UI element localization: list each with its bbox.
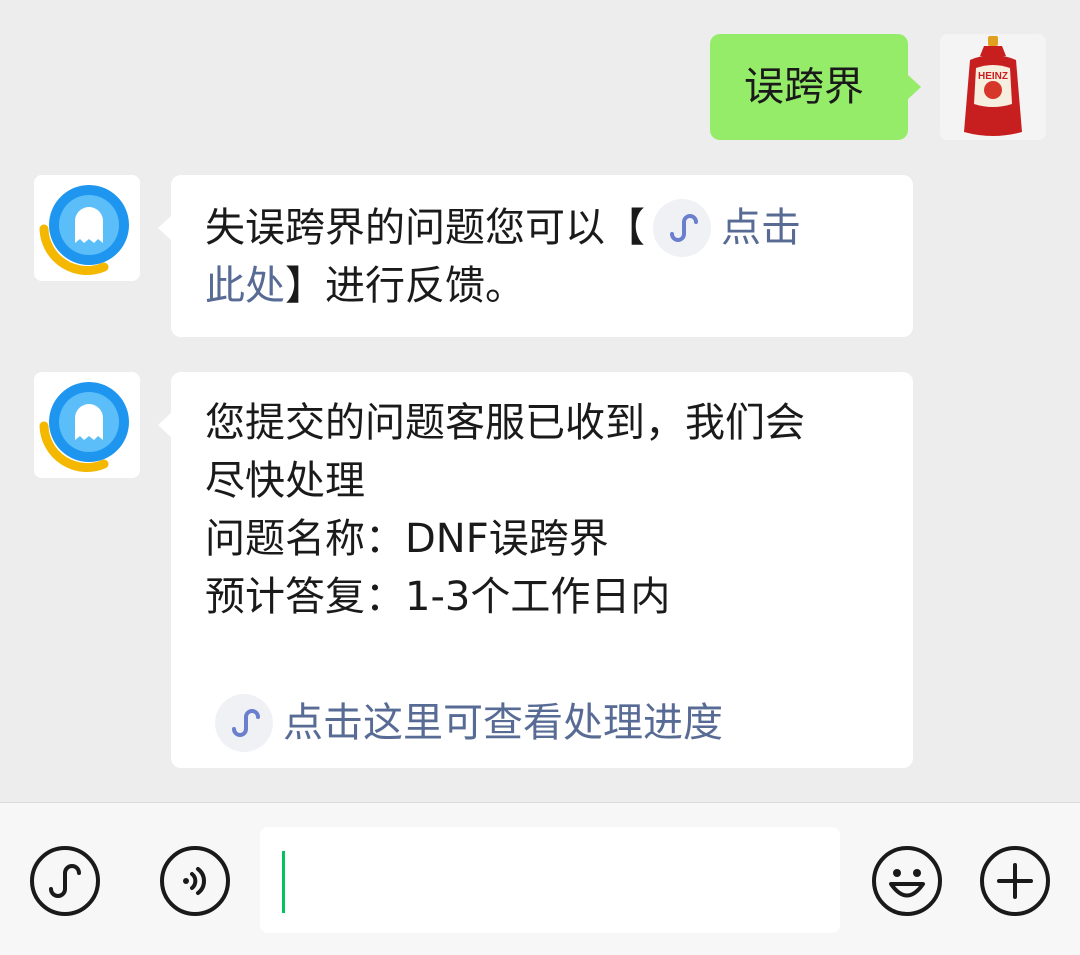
- reply-message-bubble-1: 失误跨界的问题您可以【 点击 此处】进行反馈。: [158, 175, 913, 337]
- progress-link-row[interactable]: 点击这里可查看处理进度: [205, 694, 893, 752]
- reply2-issue-name: 问题名称：DNF误跨界: [205, 516, 609, 562]
- reply2-expected-reply: 预计答复：1-3个工作日内: [205, 574, 671, 620]
- reply2-line1: 您提交的问题客服已收到，我们会: [205, 400, 805, 446]
- voice-button[interactable]: [159, 845, 231, 917]
- mini-program-icon: [215, 694, 273, 752]
- sent-message-bubble[interactable]: 误跨界: [710, 34, 921, 140]
- support-avatar-1[interactable]: [34, 175, 140, 281]
- reply1-line1: 失误跨界的问题您可以【 点击: [205, 199, 893, 257]
- heinz-label-text: HEINZ: [978, 71, 1008, 82]
- support-avatar-2[interactable]: [34, 372, 140, 478]
- reply1-line2: 此处】进行反馈。: [205, 257, 893, 315]
- reply-message-bubble-2: 您提交的问题客服已收到，我们会 尽快处理 问题名称：DNF误跨界 预计答复：1-…: [158, 372, 913, 768]
- ketchup-bottle-avatar-icon: HEINZ: [940, 34, 1046, 140]
- progress-link[interactable]: 点击这里可查看处理进度: [283, 700, 723, 746]
- feedback-link-part2[interactable]: 此处: [205, 263, 285, 309]
- mini-program-icon[interactable]: [653, 199, 711, 257]
- emoji-icon: [872, 846, 942, 916]
- plus-icon: [980, 846, 1050, 916]
- mini-program-icon: [30, 846, 100, 916]
- feedback-link-part1[interactable]: 点击: [721, 205, 801, 251]
- voice-icon: [160, 846, 230, 916]
- mini-program-button[interactable]: [29, 845, 101, 917]
- qq-support-avatar-icon: [34, 372, 140, 478]
- text-cursor: [282, 851, 285, 913]
- user-avatar[interactable]: HEINZ: [940, 34, 1046, 140]
- reply1-text-after: 】进行反馈。: [285, 263, 525, 309]
- message-input[interactable]: [260, 827, 840, 933]
- plus-button[interactable]: [979, 845, 1051, 917]
- chat-area: 误跨界 HEINZ 失误跨界的问题您可以【 点击 此处】进行反馈。 您提交的问题…: [0, 0, 1080, 802]
- qq-support-avatar-icon: [34, 175, 140, 281]
- input-bar: [0, 802, 1080, 955]
- sent-message-text: 误跨界: [744, 64, 864, 110]
- reply1-text-before: 失误跨界的问题您可以【: [205, 205, 645, 251]
- reply2-line2: 尽快处理: [205, 458, 365, 504]
- emoji-button[interactable]: [871, 845, 943, 917]
